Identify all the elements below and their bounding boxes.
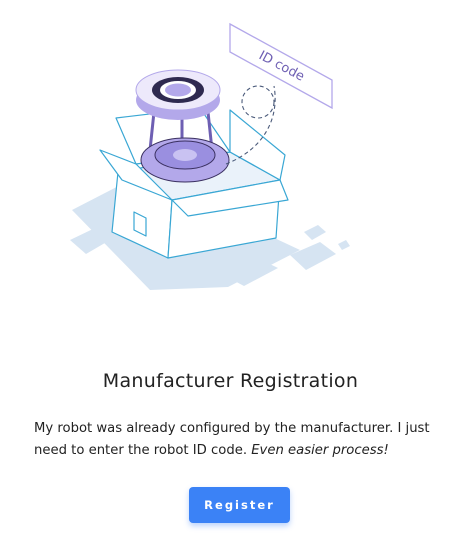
- manufacturer-registration-page: ID code Manufacturer Registration My rob…: [0, 0, 461, 535]
- description-emphasis: Even easier process!: [251, 443, 389, 458]
- register-button[interactable]: Register: [189, 487, 290, 523]
- id-code-card: ID code: [229, 22, 333, 110]
- box-icon: [99, 107, 289, 259]
- page-title: Manufacturer Registration: [102, 370, 359, 392]
- robot-box-illustration: ID code: [70, 22, 350, 290]
- description-text: My robot was already configured by the m…: [34, 418, 458, 462]
